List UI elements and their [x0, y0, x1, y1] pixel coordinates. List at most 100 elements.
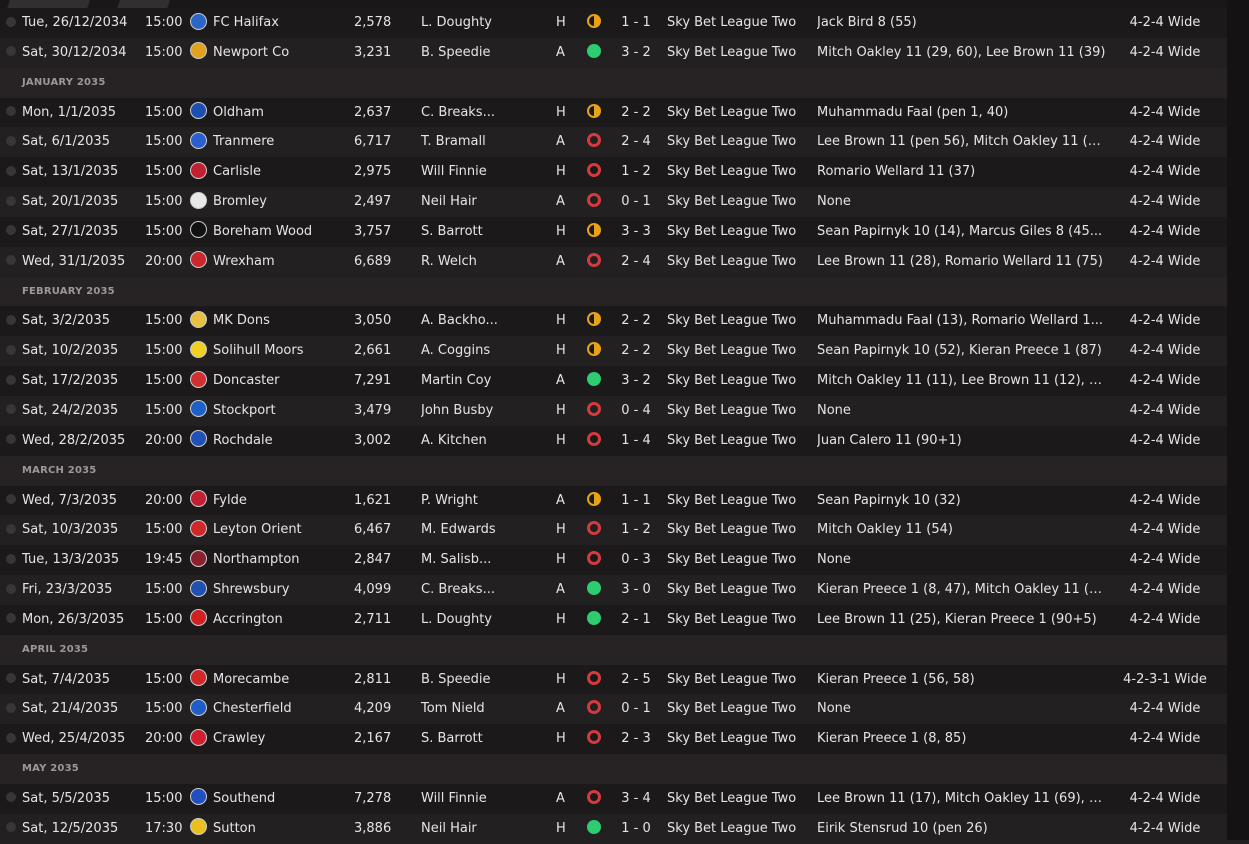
fixture-row[interactable]: Sat, 17/2/2035 15:00 Doncaster 7,291 Martin … — [0, 366, 1249, 396]
fixture-row[interactable]: Wed, 25/4/2035 20:00 Crawley 2,167 S. Barrot… — [0, 724, 1249, 755]
referee-link[interactable]: Will Finnie — [421, 784, 546, 814]
score-link[interactable]: 1 - 4 — [612, 426, 660, 456]
score-link[interactable]: 2 - 2 — [612, 98, 660, 128]
row-select-checkbox[interactable] — [6, 605, 18, 635]
opponent-link[interactable]: Fylde — [213, 486, 348, 516]
score-link[interactable]: 1 - 0 — [612, 814, 660, 844]
referee-link[interactable]: C. Breaks... — [421, 575, 546, 605]
opponent-link[interactable]: FC Halifax — [213, 8, 348, 38]
referee-link[interactable]: P. Wright — [421, 486, 546, 516]
referee-link[interactable]: Neil Hair — [421, 814, 546, 844]
score-link[interactable]: 3 - 4 — [612, 784, 660, 814]
fixture-row[interactable]: Sat, 10/3/2035 15:00 Leyton Orient 6,467 M. … — [0, 515, 1249, 546]
fixture-row[interactable]: Fri, 23/3/2035 15:00 Shrewsbury 4,099 C. Bre… — [0, 575, 1249, 605]
opponent-link[interactable]: Boreham Wood — [213, 217, 348, 247]
fixture-row[interactable]: Sat, 5/5/2035 15:00 Southend 7,278 Will Finn… — [0, 783, 1249, 814]
competition-link[interactable]: Sky Bet League Two — [667, 515, 807, 545]
competition-link[interactable]: Sky Bet League Two — [667, 694, 807, 724]
competition-link[interactable]: Sky Bet League Two — [667, 187, 807, 217]
score-link[interactable]: 3 - 2 — [612, 38, 660, 68]
referee-link[interactable]: M. Salisb... — [421, 545, 546, 575]
competition-link[interactable]: Sky Bet League Two — [667, 366, 807, 396]
fixture-row[interactable]: Sat, 13/1/2035 15:00 Carlisle 2,975 Will Fin… — [0, 157, 1249, 188]
fixture-row[interactable]: Wed, 7/3/2035 20:00 Fylde 1,621 P. Wright A 1 … — [0, 485, 1249, 516]
row-select-checkbox[interactable] — [6, 247, 18, 277]
row-select-checkbox[interactable] — [6, 98, 18, 128]
row-select-checkbox[interactable] — [6, 306, 18, 336]
competition-link[interactable]: Sky Bet League Two — [667, 396, 807, 426]
opponent-link[interactable]: Northampton — [213, 545, 348, 575]
score-link[interactable]: 3 - 0 — [612, 575, 660, 605]
competition-link[interactable]: Sky Bet League Two — [667, 38, 807, 68]
row-select-checkbox[interactable] — [6, 665, 18, 695]
fixture-row[interactable]: Sat, 12/5/2035 17:30 Sutton 3,886 Neil Hair H… — [0, 813, 1249, 844]
row-select-checkbox[interactable] — [6, 814, 18, 844]
row-select-checkbox[interactable] — [6, 217, 18, 247]
competition-link[interactable]: Sky Bet League Two — [667, 127, 807, 157]
referee-link[interactable]: C. Breaks... — [421, 98, 546, 128]
referee-link[interactable]: John Busby — [421, 396, 546, 426]
competition-link[interactable]: Sky Bet League Two — [667, 336, 807, 366]
row-select-checkbox[interactable] — [6, 38, 18, 68]
score-link[interactable]: 2 - 4 — [612, 247, 660, 277]
opponent-link[interactable]: Carlisle — [213, 157, 348, 187]
row-select-checkbox[interactable] — [6, 8, 18, 38]
opponent-link[interactable]: Bromley — [213, 187, 348, 217]
opponent-link[interactable]: Southend — [213, 784, 348, 814]
row-select-checkbox[interactable] — [6, 336, 18, 366]
competition-link[interactable]: Sky Bet League Two — [667, 426, 807, 456]
fixture-row[interactable]: Mon, 26/3/2035 15:00 Accrington 2,711 L. Dou… — [0, 604, 1249, 635]
row-select-checkbox[interactable] — [6, 127, 18, 157]
competition-link[interactable]: Sky Bet League Two — [667, 784, 807, 814]
score-link[interactable]: 2 - 2 — [612, 336, 660, 366]
referee-link[interactable]: Neil Hair — [421, 187, 546, 217]
fixture-row[interactable]: Sat, 24/2/2035 15:00 Stockport 3,479 John Bu… — [0, 395, 1249, 426]
referee-link[interactable]: A. Kitchen — [421, 426, 546, 456]
fixture-row[interactable]: Sat, 20/1/2035 15:00 Bromley 2,497 Neil Hair… — [0, 187, 1249, 217]
opponent-link[interactable]: Solihull Moors — [213, 336, 348, 366]
score-link[interactable]: 2 - 2 — [612, 306, 660, 336]
row-select-checkbox[interactable] — [6, 724, 18, 754]
referee-link[interactable]: T. Bramall — [421, 127, 546, 157]
referee-link[interactable]: R. Welch — [421, 247, 546, 277]
score-link[interactable]: 1 - 1 — [612, 8, 660, 38]
competition-link[interactable]: Sky Bet League Two — [667, 605, 807, 635]
row-select-checkbox[interactable] — [6, 426, 18, 456]
fixture-row[interactable]: Sat, 6/1/2035 15:00 Tranmere 6,717 T. Bramal… — [0, 127, 1249, 158]
fixture-row[interactable]: Mon, 1/1/2035 15:00 Oldham 2,637 C. Breaks..… — [0, 97, 1249, 128]
referee-link[interactable]: Will Finnie — [421, 157, 546, 187]
competition-link[interactable]: Sky Bet League Two — [667, 306, 807, 336]
competition-link[interactable]: Sky Bet League Two — [667, 575, 807, 605]
score-link[interactable]: 2 - 4 — [612, 127, 660, 157]
opponent-link[interactable]: Sutton — [213, 814, 348, 844]
opponent-link[interactable]: Doncaster — [213, 366, 348, 396]
score-link[interactable]: 1 - 1 — [612, 486, 660, 516]
score-link[interactable]: 1 - 2 — [612, 515, 660, 545]
competition-link[interactable]: Sky Bet League Two — [667, 8, 807, 38]
referee-link[interactable]: Tom Nield — [421, 694, 546, 724]
score-link[interactable]: 3 - 3 — [612, 217, 660, 247]
competition-link[interactable]: Sky Bet League Two — [667, 217, 807, 247]
competition-link[interactable]: Sky Bet League Two — [667, 247, 807, 277]
opponent-link[interactable]: MK Dons — [213, 306, 348, 336]
opponent-link[interactable]: Accrington — [213, 605, 348, 635]
row-select-checkbox[interactable] — [6, 784, 18, 814]
competition-link[interactable]: Sky Bet League Two — [667, 545, 807, 575]
fixture-row[interactable]: Tue, 13/3/2035 19:45 Northampton 2,847 M. Sa… — [0, 545, 1249, 576]
referee-link[interactable]: S. Barrott — [421, 217, 546, 247]
opponent-link[interactable]: Shrewsbury — [213, 575, 348, 605]
fixture-row[interactable]: Sat, 27/1/2035 15:00 Boreham Wood 3,757 S. B… — [0, 216, 1249, 247]
opponent-link[interactable]: Leyton Orient — [213, 515, 348, 545]
score-link[interactable]: 0 - 3 — [612, 545, 660, 575]
fixture-row[interactable]: Wed, 28/2/2035 20:00 Rochdale 3,002 A. Kitch… — [0, 425, 1249, 456]
referee-link[interactable]: Martin Coy — [421, 366, 546, 396]
fixture-row[interactable]: Sat, 30/12/2034 15:00 Newport Co 3,231 B. Sp… — [0, 37, 1249, 68]
opponent-link[interactable]: Stockport — [213, 396, 348, 426]
row-select-checkbox[interactable] — [6, 545, 18, 575]
opponent-link[interactable]: Crawley — [213, 724, 348, 754]
referee-link[interactable]: B. Speedie — [421, 665, 546, 695]
fixture-row[interactable]: Sat, 21/4/2035 15:00 Chesterfield 4,209 Tom … — [0, 694, 1249, 725]
fixture-row[interactable]: Tue, 26/12/2034 15:00 FC Halifax 2,578 L. Do… — [0, 8, 1249, 38]
referee-link[interactable]: L. Doughty — [421, 605, 546, 635]
fixture-row[interactable]: Wed, 31/1/2035 20:00 Wrexham 6,689 R. Welch A… — [0, 246, 1249, 277]
